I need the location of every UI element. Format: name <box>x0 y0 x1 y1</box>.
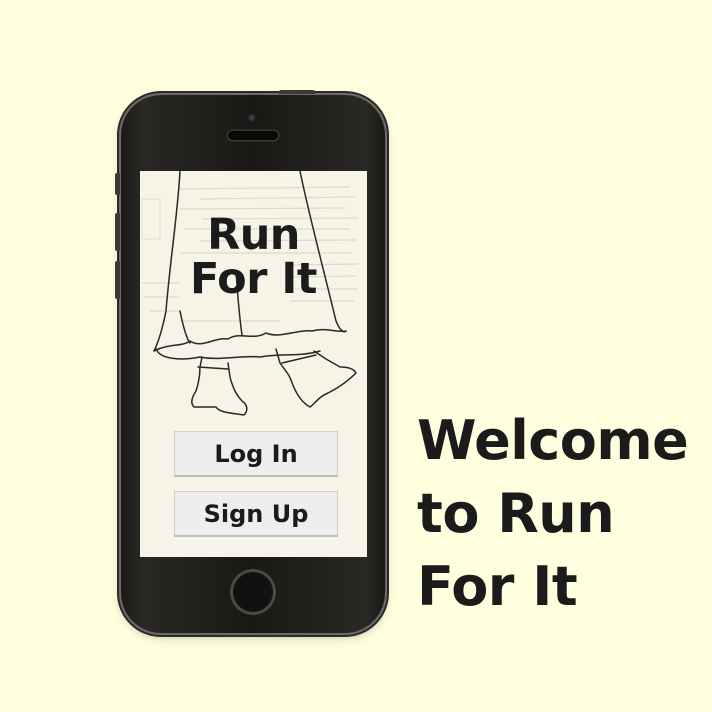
welcome-caption-line2: to Run <box>417 482 615 545</box>
app-title-line1: Run <box>207 210 300 260</box>
phone-mockup: Run For It Log In Sign Up <box>115 90 385 633</box>
welcome-caption-line3: For It <box>417 555 578 618</box>
sign-up-button[interactable]: Sign Up <box>174 491 338 537</box>
app-title-line2: For It <box>190 254 317 304</box>
phone-screen: Run For It Log In Sign Up <box>140 171 367 557</box>
volume-up-button <box>115 213 120 251</box>
app-title: Run For It <box>140 213 367 301</box>
earpiece-speaker <box>228 131 278 140</box>
volume-down-button <box>115 261 120 299</box>
power-button <box>279 90 315 94</box>
log-in-button[interactable]: Log In <box>174 431 338 477</box>
front-camera <box>248 114 257 123</box>
home-button[interactable] <box>230 569 276 615</box>
mute-switch <box>115 173 120 195</box>
welcome-caption-line1: Welcome <box>417 409 689 472</box>
welcome-caption: Welcome to Run For It <box>417 404 697 623</box>
